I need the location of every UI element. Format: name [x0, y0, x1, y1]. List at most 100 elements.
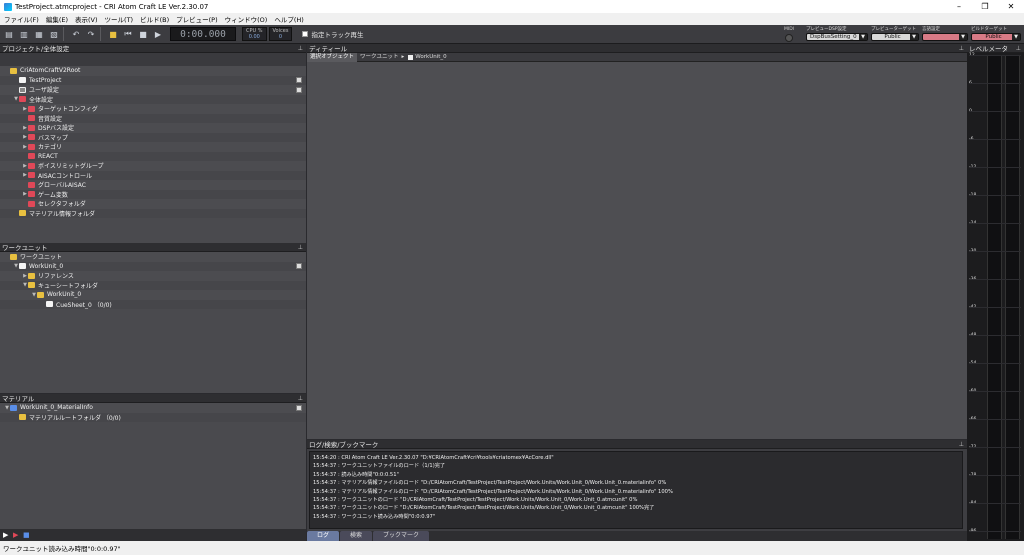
folder-icon	[28, 272, 35, 279]
item-action-icon[interactable]	[296, 263, 302, 270]
close-button[interactable]: ✕	[998, 0, 1024, 13]
tree-item[interactable]: 音質設定	[0, 113, 306, 123]
tree-item[interactable]: ▶ ターゲットコンフィグ	[0, 104, 306, 114]
tree-item[interactable]: マテリアルルートフォルダ （0/0)	[0, 412, 306, 422]
undo-icon[interactable]: ↶	[70, 28, 82, 40]
workunit-panel-header: ワークユニット ⊥	[0, 243, 306, 252]
midi-indicator: MIDI	[778, 27, 800, 42]
tree-item[interactable]: ▼ WorkUnit_0	[0, 290, 306, 300]
level-meter-header: レベルメータ ⊥	[967, 44, 1024, 53]
tree-item[interactable]: ▶ バスマップ	[0, 132, 306, 142]
pin-icon[interactable]: ⊥	[298, 244, 303, 251]
minimize-button[interactable]: –	[946, 0, 972, 13]
menu-item[interactable]: ウィンドウ(O)	[225, 14, 268, 24]
menu-item[interactable]: ファイル(F)	[4, 14, 39, 24]
tree-item[interactable]: TestProject	[0, 75, 306, 85]
tree-item[interactable]: マテリアル情報フォルダ	[0, 208, 306, 218]
stop-icon[interactable]: ■	[137, 28, 149, 40]
tree-item[interactable]: CriAtomCraftV2Root	[0, 66, 306, 76]
tab-selected-object[interactable]: 選択オブジェクト	[307, 52, 358, 62]
tree-item[interactable]: REACT	[0, 151, 306, 161]
menu-item[interactable]: ビルド(B)	[140, 14, 169, 24]
folder-icon	[10, 253, 17, 260]
redo-icon[interactable]: ↷	[85, 28, 97, 40]
log-line: 15:54:37 : マテリアル情報ファイルのロード "D:/CRIAtomCr…	[313, 488, 673, 495]
settings-item-icon	[28, 124, 35, 131]
tree-item-label: REACT	[38, 152, 58, 160]
chevron-down-icon: ▼	[959, 34, 967, 40]
tab-bookmark[interactable]: ブックマーク	[373, 531, 430, 541]
voices-meter: Voices 0	[268, 27, 293, 41]
breadcrumb-item[interactable]: WorkUnit_0	[415, 54, 446, 60]
cpu-value: 0.00	[248, 34, 260, 40]
tab-log[interactable]: ログ	[307, 531, 340, 541]
build-target-dropdown[interactable]: ビルドターゲット Public ▼	[971, 26, 1021, 42]
build-icon[interactable]: ■	[107, 28, 119, 40]
menu-item[interactable]: 表示(V)	[75, 14, 98, 24]
item-action-icon[interactable]	[296, 77, 302, 84]
tree-item[interactable]: ▶ DSPバス設定	[0, 123, 306, 133]
play-icon[interactable]: ▶	[3, 531, 10, 539]
level-meter-area: 1260-6-12-18-24-30-36-42-48-54-60-66-72-…	[969, 53, 1021, 539]
pin-icon[interactable]: ⊥	[959, 441, 964, 448]
tree-item[interactable]: セレクタフォルダ	[0, 199, 306, 209]
tree-item[interactable]: ユーザ設定	[0, 85, 306, 95]
tree-item[interactable]: ▶ カテゴリ	[0, 142, 306, 152]
tab-search[interactable]: 検索	[340, 531, 373, 541]
restore-button[interactable]: ❐	[972, 0, 998, 13]
tab-workunit[interactable]: ワークユニット	[357, 53, 402, 62]
save-icon[interactable]: ▦	[33, 28, 45, 40]
new-project-icon[interactable]: ▤	[3, 28, 15, 40]
breadcrumb: ▸ WorkUnit_0	[402, 53, 447, 62]
material-panel-header: マテリアル ⊥	[0, 394, 306, 403]
play-icon[interactable]: ▶	[152, 28, 164, 40]
tree-item[interactable]: ▶ ボイスリミットグループ	[0, 161, 306, 171]
prev-icon[interactable]: ⏮	[122, 28, 134, 40]
language-dropdown[interactable]: 言語設定 ▼	[922, 26, 968, 42]
level-gridline	[969, 279, 1021, 280]
play-from-icon[interactable]: ▶	[13, 531, 20, 539]
preview-target-dropdown[interactable]: プレビューターゲット Public ▼	[871, 26, 919, 42]
timecode-display: 0:00.000	[170, 27, 236, 41]
item-action-icon[interactable]	[296, 86, 302, 93]
tree-item[interactable]: ▶ リファレンス	[0, 271, 306, 281]
tree-item[interactable]: ▼ WorkUnit_0_MaterialInfo	[0, 403, 306, 413]
toolbar: ▤ ▥ ▦ ▧ ↶ ↷ ■ ⏮ ■ ▶ 0:00.000 CPU % 0.00 …	[0, 25, 1024, 44]
level-gridline	[969, 363, 1021, 364]
log-panel-title: ログ/検索/ブックマーク	[309, 441, 379, 449]
tree-item[interactable]: ▼ WorkUnit_0	[0, 261, 306, 271]
level-meter-title: レベルメータ	[969, 45, 1008, 53]
tree-item[interactable]: ▶ AISACコントロール	[0, 170, 306, 180]
pin-icon[interactable]: ⊥	[298, 45, 303, 52]
level-gridline	[969, 447, 1021, 448]
item-action-icon[interactable]	[296, 404, 302, 411]
track-play-checkbox[interactable]	[302, 31, 309, 37]
tree-item[interactable]: CueSheet_0 （0/0)	[0, 299, 306, 309]
menu-item[interactable]: 編集(E)	[46, 14, 68, 24]
midi-label: MIDI	[783, 27, 794, 32]
menu-item[interactable]: ヘルプ(H)	[274, 14, 303, 24]
tree-item[interactable]: グローバルAISAC	[0, 180, 306, 190]
dsp-dropdown[interactable]: プレビューDSP設定 DspBusSetting_0 ▼	[806, 26, 868, 42]
project-panel-title: プロジェクト/全体設定	[2, 45, 70, 53]
tree-item-label: WorkUnit_0	[29, 262, 64, 270]
project-panel-header: プロジェクト/全体設定 ⊥	[0, 44, 306, 53]
tree-item[interactable]: ▼ 全体設定	[0, 94, 306, 104]
log-output[interactable]: 15:54:20 : CRI Atom Craft LE Ver.2.30.07…	[309, 451, 963, 529]
pin-icon[interactable]: ⊥	[1016, 45, 1021, 52]
level-gridline	[969, 531, 1021, 532]
tree-item-label: ユーザ設定	[29, 87, 59, 95]
title-bar: TestProject.atmcproject - CRI Atom Craft…	[0, 0, 1024, 13]
open-icon[interactable]: ▥	[18, 28, 30, 40]
pin-icon[interactable]: ⊥	[959, 45, 964, 52]
menu-item[interactable]: プレビュー(P)	[176, 14, 218, 24]
tree-item[interactable]: ▼ キューシートフォルダ	[0, 280, 306, 290]
loop-icon[interactable]: ■	[23, 531, 30, 539]
save-all-icon[interactable]: ▧	[48, 28, 60, 40]
tree-item[interactable]: ▶ ゲーム変数	[0, 189, 306, 199]
tree-item[interactable]: ワークユニット	[0, 252, 306, 262]
pin-icon[interactable]: ⊥	[298, 395, 303, 402]
settings-item-icon	[28, 143, 35, 150]
menu-item[interactable]: ツール(T)	[105, 14, 134, 24]
tree-item-label: カテゴリ	[38, 144, 63, 152]
